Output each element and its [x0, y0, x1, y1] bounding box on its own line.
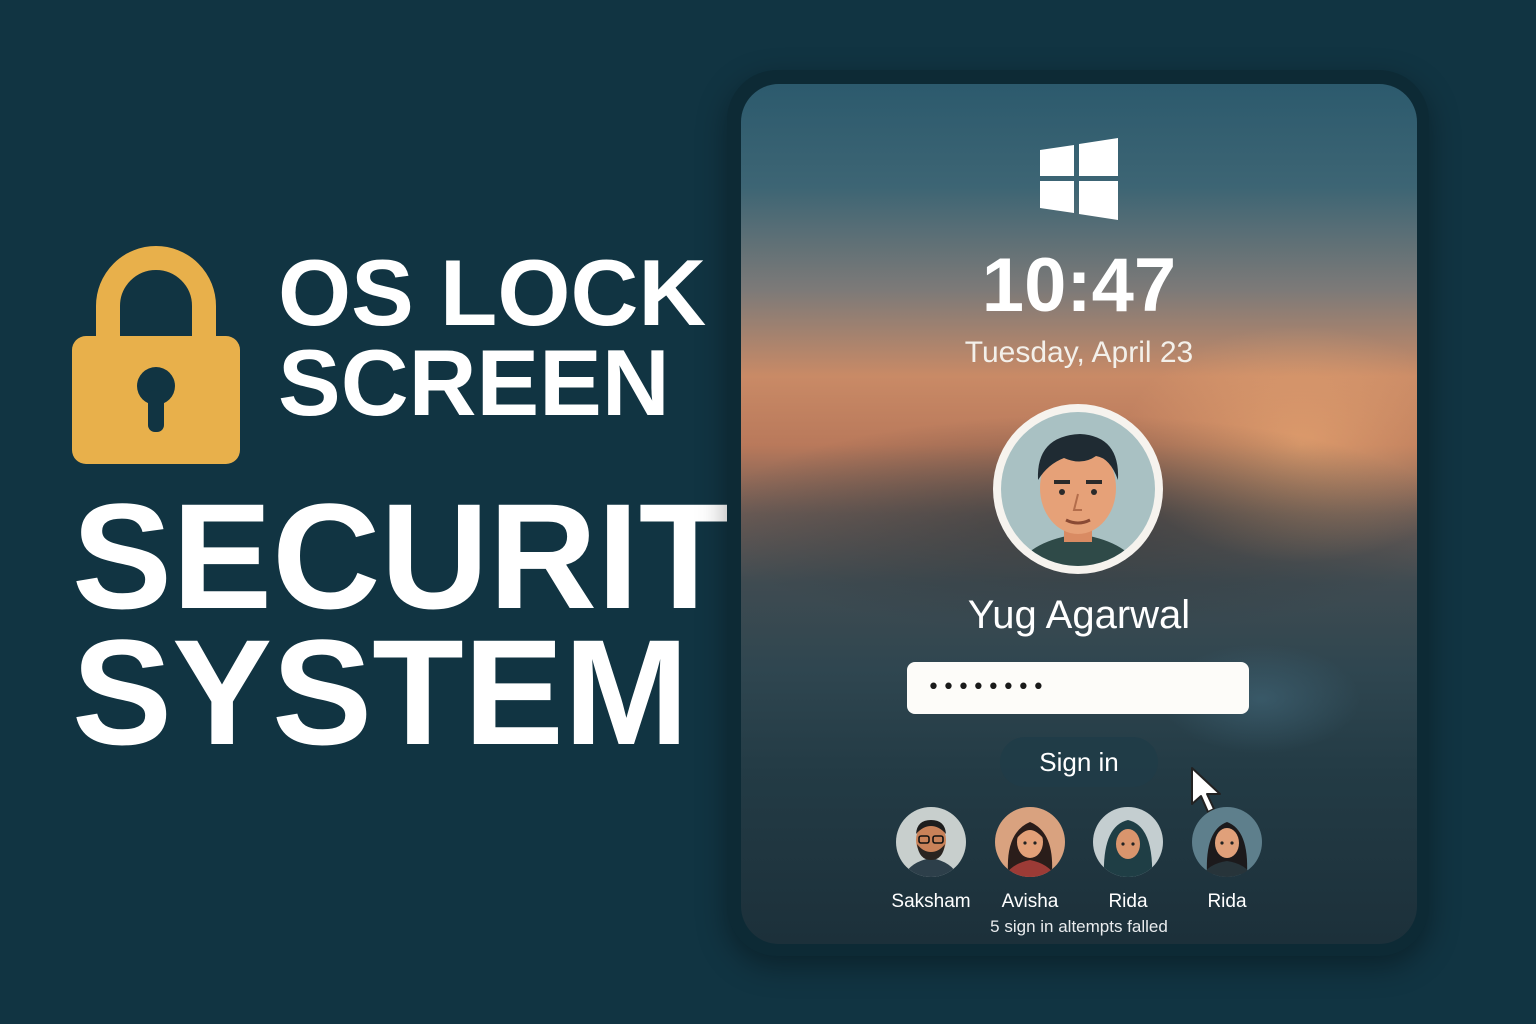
password-input[interactable]	[907, 662, 1249, 714]
user-avatar-avisha	[995, 807, 1065, 877]
current-user-avatar[interactable]	[992, 400, 1164, 578]
hero-line-3: SECURITY	[72, 472, 831, 640]
user-switch-avisha[interactable]: Avisha	[975, 806, 1085, 914]
hero-line-4: SYSTEM	[72, 608, 689, 776]
page: OS LOCK SCREEN SECURITY SYSTEM 10:47 Tue…	[0, 0, 1536, 1024]
hero-title-small: OS LOCK SCREEN	[278, 240, 707, 435]
hero-title-large: SECURITY SYSTEM	[72, 472, 831, 776]
windows-logo-icon	[1040, 138, 1118, 220]
user-label-rida-1: Rida	[1108, 891, 1148, 912]
clock-time: 10:47	[981, 243, 1177, 328]
user-switch-rida-2[interactable]: Rida	[1172, 806, 1282, 914]
user-label-saksham: Saksham	[891, 891, 971, 912]
clock-date: Tuesday, April 23	[964, 336, 1194, 369]
padlock-icon	[72, 246, 240, 464]
user-switch-rida-1[interactable]: Rida	[1073, 806, 1183, 914]
user-avatar-rida-2	[1192, 807, 1262, 877]
current-user-name: Yug Agarwal	[967, 593, 1191, 637]
sign-in-status-message: 5 sign in altempts falled	[990, 917, 1168, 936]
user-label-rida-2: Rida	[1207, 891, 1247, 912]
user-avatar-rida-1	[1093, 807, 1163, 877]
hero-line-1: OS LOCK	[278, 240, 707, 345]
hero-line-2: SCREEN	[278, 330, 670, 435]
user-switch-saksham[interactable]: Saksham	[876, 806, 986, 914]
user-avatar-saksham	[896, 807, 966, 877]
user-label-avisha: Avisha	[1001, 891, 1059, 912]
sign-in-button[interactable]: Sign in	[1000, 737, 1158, 787]
